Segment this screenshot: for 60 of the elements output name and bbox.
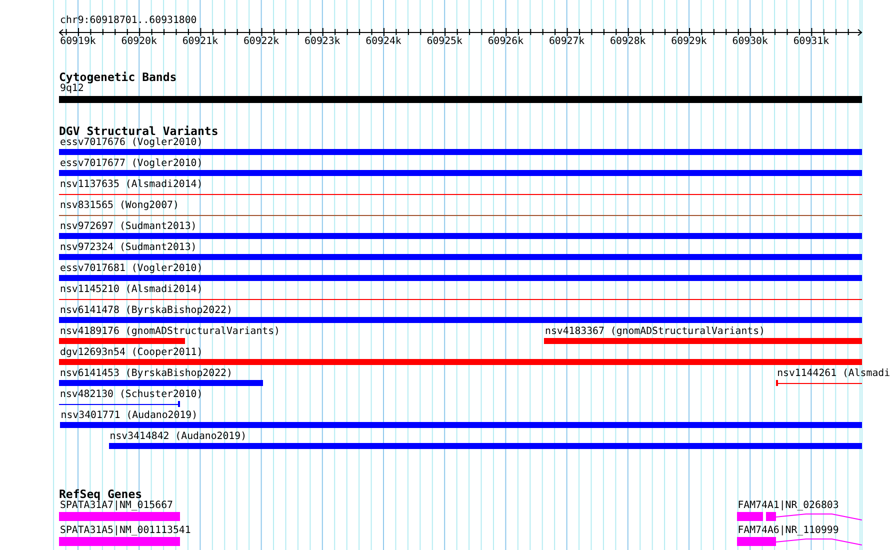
ruler-label: 60924k bbox=[366, 36, 402, 47]
feature-line[interactable] bbox=[59, 296, 862, 302]
feature-label: essv7017681 (Vogler2010) bbox=[60, 263, 203, 274]
feature-line[interactable] bbox=[59, 212, 862, 218]
exon-block[interactable] bbox=[736, 537, 776, 546]
exon-block[interactable] bbox=[766, 512, 776, 521]
ruler-label: 60921k bbox=[182, 36, 218, 47]
feature-label: FAM74A6|NR_110999 bbox=[738, 525, 839, 536]
feature-bar[interactable] bbox=[544, 338, 862, 344]
exon-block[interactable] bbox=[736, 512, 764, 521]
feature-bar[interactable] bbox=[108, 443, 862, 449]
track-title: RefSeq Genes bbox=[59, 488, 142, 500]
feature-label: nsv1145210 (Alsmadi2014) bbox=[60, 284, 203, 295]
feature-bar[interactable] bbox=[59, 149, 862, 155]
ruler-label: 60928k bbox=[610, 36, 646, 47]
location-label: chr9:60918701..60931800 bbox=[59, 15, 198, 26]
ruler-label: 60922k bbox=[243, 36, 280, 47]
ruler-label: 60926k bbox=[488, 36, 524, 47]
feature-line[interactable] bbox=[59, 191, 862, 197]
ruler-label: 60919k bbox=[60, 36, 96, 47]
feature-label: nsv3401771 (Audano2019) bbox=[60, 410, 198, 421]
ruler-label: 60931k bbox=[793, 36, 830, 47]
feature-label: 9q12 bbox=[60, 83, 84, 94]
feature-bar[interactable] bbox=[59, 338, 186, 344]
feature-label: FAM74A1|NR_026803 bbox=[738, 500, 839, 511]
feature-label: nsv4183367 (gnomADStructuralVariants) bbox=[545, 326, 765, 337]
feature-bar[interactable] bbox=[59, 275, 862, 281]
feature-label: nsv1144261 (Alsmadi bbox=[777, 368, 890, 379]
ruler-label: 60923k bbox=[304, 36, 340, 47]
feature-label: nsv6141478 (ByrskaBishop2022) bbox=[60, 305, 232, 316]
ruler-label: 60925k bbox=[426, 36, 462, 47]
ruler-label: 60927k bbox=[548, 36, 585, 47]
feature-bar[interactable] bbox=[59, 317, 862, 323]
feature-bar[interactable] bbox=[59, 233, 862, 239]
track-title: DGV Structural Variants bbox=[59, 125, 220, 137]
feature-bar[interactable] bbox=[60, 422, 862, 428]
feature-label: nsv3414842 (Audano2019) bbox=[110, 431, 247, 442]
ruler-label: 60920k bbox=[121, 36, 157, 47]
feature-bar[interactable] bbox=[59, 254, 862, 260]
feature-label: essv7017677 (Vogler2010) bbox=[60, 158, 203, 169]
feature-label: SPATA31A5|NM_001113541 bbox=[60, 525, 191, 536]
feature-bar[interactable] bbox=[59, 359, 862, 365]
feature-label: essv7017676 (Vogler2010) bbox=[60, 137, 203, 148]
feature-label: SPATA31A7|NM_015667 bbox=[60, 500, 173, 511]
feature-label: dgv12693n54 (Cooper2011) bbox=[60, 347, 203, 358]
feature-label: nsv972697 (Sudmant2013) bbox=[60, 221, 197, 232]
track-title: Cytogenetic Bands bbox=[59, 71, 178, 83]
feature-line[interactable] bbox=[776, 380, 862, 386]
feature-label: nsv6141453 (ByrskaBishop2022) bbox=[60, 368, 232, 379]
feature-label: nsv4189176 (gnomADStructuralVariants) bbox=[60, 326, 280, 337]
feature-label: nsv1137635 (Alsmadi2014) bbox=[60, 179, 203, 190]
feature-label: nsv482130 (Schuster2010) bbox=[60, 389, 203, 400]
ruler-label: 60929k bbox=[671, 36, 707, 47]
feature-bar[interactable] bbox=[59, 170, 862, 176]
feature-bar[interactable] bbox=[59, 96, 862, 103]
feature-line[interactable] bbox=[59, 401, 180, 407]
feature-label: nsv972324 (Sudmant2013) bbox=[60, 242, 197, 253]
feature-bar[interactable] bbox=[59, 380, 263, 386]
ruler-label: 60930k bbox=[732, 36, 768, 47]
feature-label: nsv831565 (Wong2007) bbox=[60, 200, 179, 211]
